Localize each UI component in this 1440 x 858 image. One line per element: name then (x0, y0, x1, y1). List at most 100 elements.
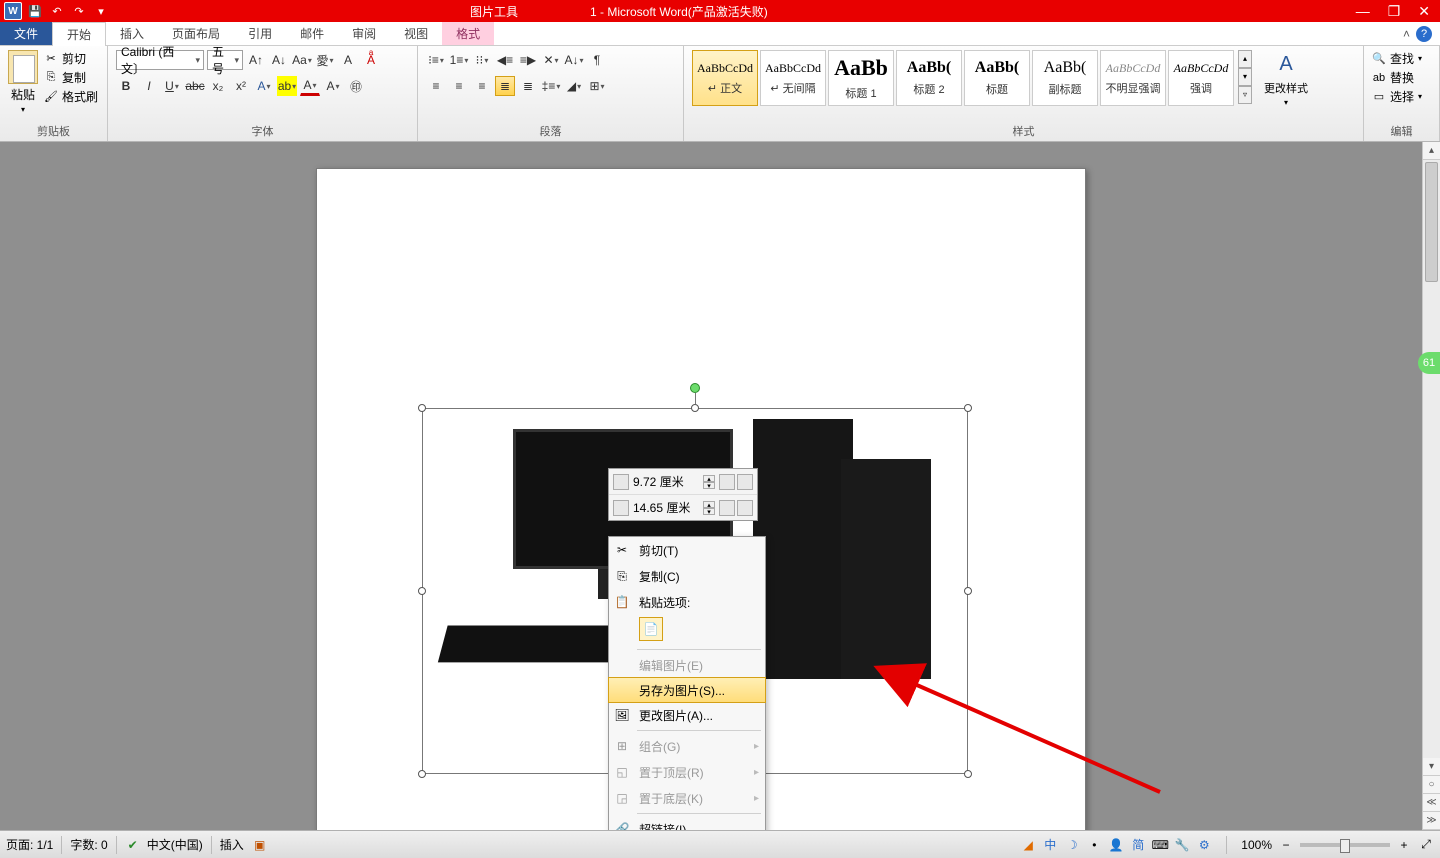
spell-check-icon[interactable]: ✔ (125, 837, 141, 853)
qat-more-icon[interactable]: ▾ (92, 2, 110, 20)
shrink-font-button[interactable]: A↓ (269, 50, 289, 70)
style-tile[interactable]: AaBb(标题 2 (896, 50, 962, 106)
help-icon[interactable]: ? (1416, 26, 1432, 42)
style-tile[interactable]: AaBbCcDd↵ 无间隔 (760, 50, 826, 106)
ime-keyboard-icon[interactable]: ⌨ (1152, 837, 1168, 853)
resize-handle-tr[interactable] (964, 404, 972, 412)
italic-button[interactable]: I (139, 76, 159, 96)
ctx-cut[interactable]: ✂剪切(T) (609, 537, 765, 563)
scroll-down-button[interactable]: ▾ (1423, 758, 1440, 776)
align-center-button[interactable]: ≡ (449, 76, 469, 96)
decrease-indent-button[interactable]: ◀≡ (495, 50, 515, 70)
ime-jian-icon[interactable]: 简 (1130, 837, 1146, 853)
bullets-button[interactable]: ⁝≡ (426, 50, 446, 70)
tab-references[interactable]: 引用 (234, 22, 286, 45)
align-right-button[interactable]: ≡ (472, 76, 492, 96)
page-indicator[interactable]: 页面: 1/1 (6, 836, 53, 853)
char-border-button[interactable]: A (338, 50, 358, 70)
insert-mode[interactable]: 插入 (220, 836, 244, 853)
save-icon[interactable]: 💾 (26, 2, 44, 20)
reset-icon[interactable] (737, 500, 753, 516)
macro-record-icon[interactable]: ▣ (252, 837, 268, 853)
width-value[interactable]: 14.65 厘米 (633, 499, 699, 516)
increase-indent-button[interactable]: ≡▶ (518, 50, 538, 70)
ctx-save-as-picture[interactable]: 另存为图片(S)... (608, 677, 766, 703)
width-spinner[interactable]: ▴▾ (703, 501, 715, 515)
scroll-up-button[interactable]: ▴ (1423, 142, 1440, 160)
browse-object-button[interactable]: ○ (1423, 776, 1440, 794)
multilevel-list-button[interactable]: ⁝⁝ (472, 50, 492, 70)
highlight-button[interactable]: ab (277, 76, 297, 96)
bold-button[interactable]: B (116, 76, 136, 96)
font-color-button[interactable]: A (300, 76, 320, 96)
style-tile[interactable]: AaBb标题 1 (828, 50, 894, 106)
zoom-in-button[interactable]: + (1396, 837, 1412, 853)
language-indicator[interactable]: 中文(中国) (147, 836, 203, 853)
crop-icon[interactable] (719, 474, 735, 490)
copy-button[interactable]: ⎘复制 (44, 69, 98, 86)
char-shading-button[interactable]: A (323, 76, 343, 96)
font-size-combo[interactable]: 五号 (207, 50, 243, 70)
paste-button[interactable]: 粘贴 ▾ (8, 50, 38, 114)
shading-button[interactable]: ◢ (564, 76, 584, 96)
zoom-level[interactable]: 100% (1241, 838, 1272, 852)
numbering-button[interactable]: 1≡ (449, 50, 469, 70)
justify-button[interactable]: ≣ (495, 76, 515, 96)
redo-icon[interactable]: ↷ (70, 2, 88, 20)
word-count[interactable]: 字数: 0 (70, 836, 107, 853)
format-painter-button[interactable]: 🖌格式刷 (44, 88, 98, 105)
show-marks-button[interactable]: ¶ (587, 50, 607, 70)
restore-button[interactable]: ❐ (1388, 3, 1401, 20)
style-tile[interactable]: AaBbCcDd不明显强调 (1100, 50, 1166, 106)
change-styles-button[interactable]: A更改样式▾ (1264, 50, 1308, 107)
ime-person-icon[interactable]: 👤 (1108, 837, 1124, 853)
borders-button[interactable]: ⊞ (587, 76, 607, 96)
style-tile[interactable]: AaBbCcDd强调 (1168, 50, 1234, 106)
ime-moon-icon[interactable]: ☽ (1064, 837, 1080, 853)
cut-button[interactable]: ✂剪切 (44, 50, 98, 67)
fit-window-icon[interactable]: ⤢ (1418, 837, 1434, 853)
style-tile[interactable]: AaBb(副标题 (1032, 50, 1098, 106)
sort-button[interactable]: A↓ (564, 50, 584, 70)
find-button[interactable]: 🔍查找▾ (1372, 50, 1431, 67)
scroll-thumb[interactable] (1425, 162, 1438, 282)
text-effects-button[interactable]: A (254, 76, 274, 96)
next-page-button[interactable]: ≫ (1423, 812, 1440, 830)
tab-insert[interactable]: 插入 (106, 22, 158, 45)
resize-handle-tl[interactable] (418, 404, 426, 412)
phonetic-guide-button[interactable]: 愛 (315, 50, 335, 70)
tab-home[interactable]: 开始 (52, 22, 106, 46)
undo-icon[interactable]: ↶ (48, 2, 66, 20)
superscript-button[interactable]: x² (231, 76, 251, 96)
ime-dot-icon[interactable]: • (1086, 837, 1102, 853)
height-value[interactable]: 9.72 厘米 (633, 473, 699, 490)
resize-handle-mr[interactable] (964, 587, 972, 595)
ime-zh-icon[interactable]: 中 (1042, 837, 1058, 853)
tab-file[interactable]: 文件 (0, 22, 52, 45)
tray-icon-1[interactable]: ◢ (1020, 837, 1036, 853)
enclose-char-button[interactable]: ㊞ (346, 76, 366, 96)
height-spinner[interactable]: ▴▾ (703, 475, 715, 489)
tab-review[interactable]: 审阅 (338, 22, 390, 45)
ime-wrench-icon[interactable]: 🔧 (1174, 837, 1190, 853)
style-tile[interactable]: AaBb(标题 (964, 50, 1030, 106)
resize-handle-tm[interactable] (691, 404, 699, 412)
strikethrough-button[interactable]: abc (185, 76, 205, 96)
select-button[interactable]: ▭选择▾ (1372, 88, 1431, 105)
grow-font-button[interactable]: A↑ (246, 50, 266, 70)
style-tile[interactable]: AaBbCcDd↵ 正文 (692, 50, 758, 106)
underline-button[interactable]: U (162, 76, 182, 96)
tab-picture-format[interactable]: 格式 (442, 22, 494, 45)
line-spacing-button[interactable]: ‡≡ (541, 76, 561, 96)
close-button[interactable]: ✕ (1418, 3, 1430, 20)
align-left-button[interactable]: ≡ (426, 76, 446, 96)
ime-gear-icon[interactable]: ⚙ (1196, 837, 1212, 853)
vertical-scrollbar[interactable]: ▴ ▾ ○ ≪ ≫ (1422, 142, 1440, 830)
rotation-handle[interactable] (690, 383, 700, 393)
minimize-button[interactable]: — (1356, 3, 1370, 20)
zoom-slider[interactable] (1300, 843, 1390, 847)
minimize-ribbon-icon[interactable]: ˄ (1403, 27, 1410, 41)
side-badge[interactable]: 61 (1418, 352, 1440, 374)
resize-handle-br[interactable] (964, 770, 972, 778)
tab-mailings[interactable]: 邮件 (286, 22, 338, 45)
